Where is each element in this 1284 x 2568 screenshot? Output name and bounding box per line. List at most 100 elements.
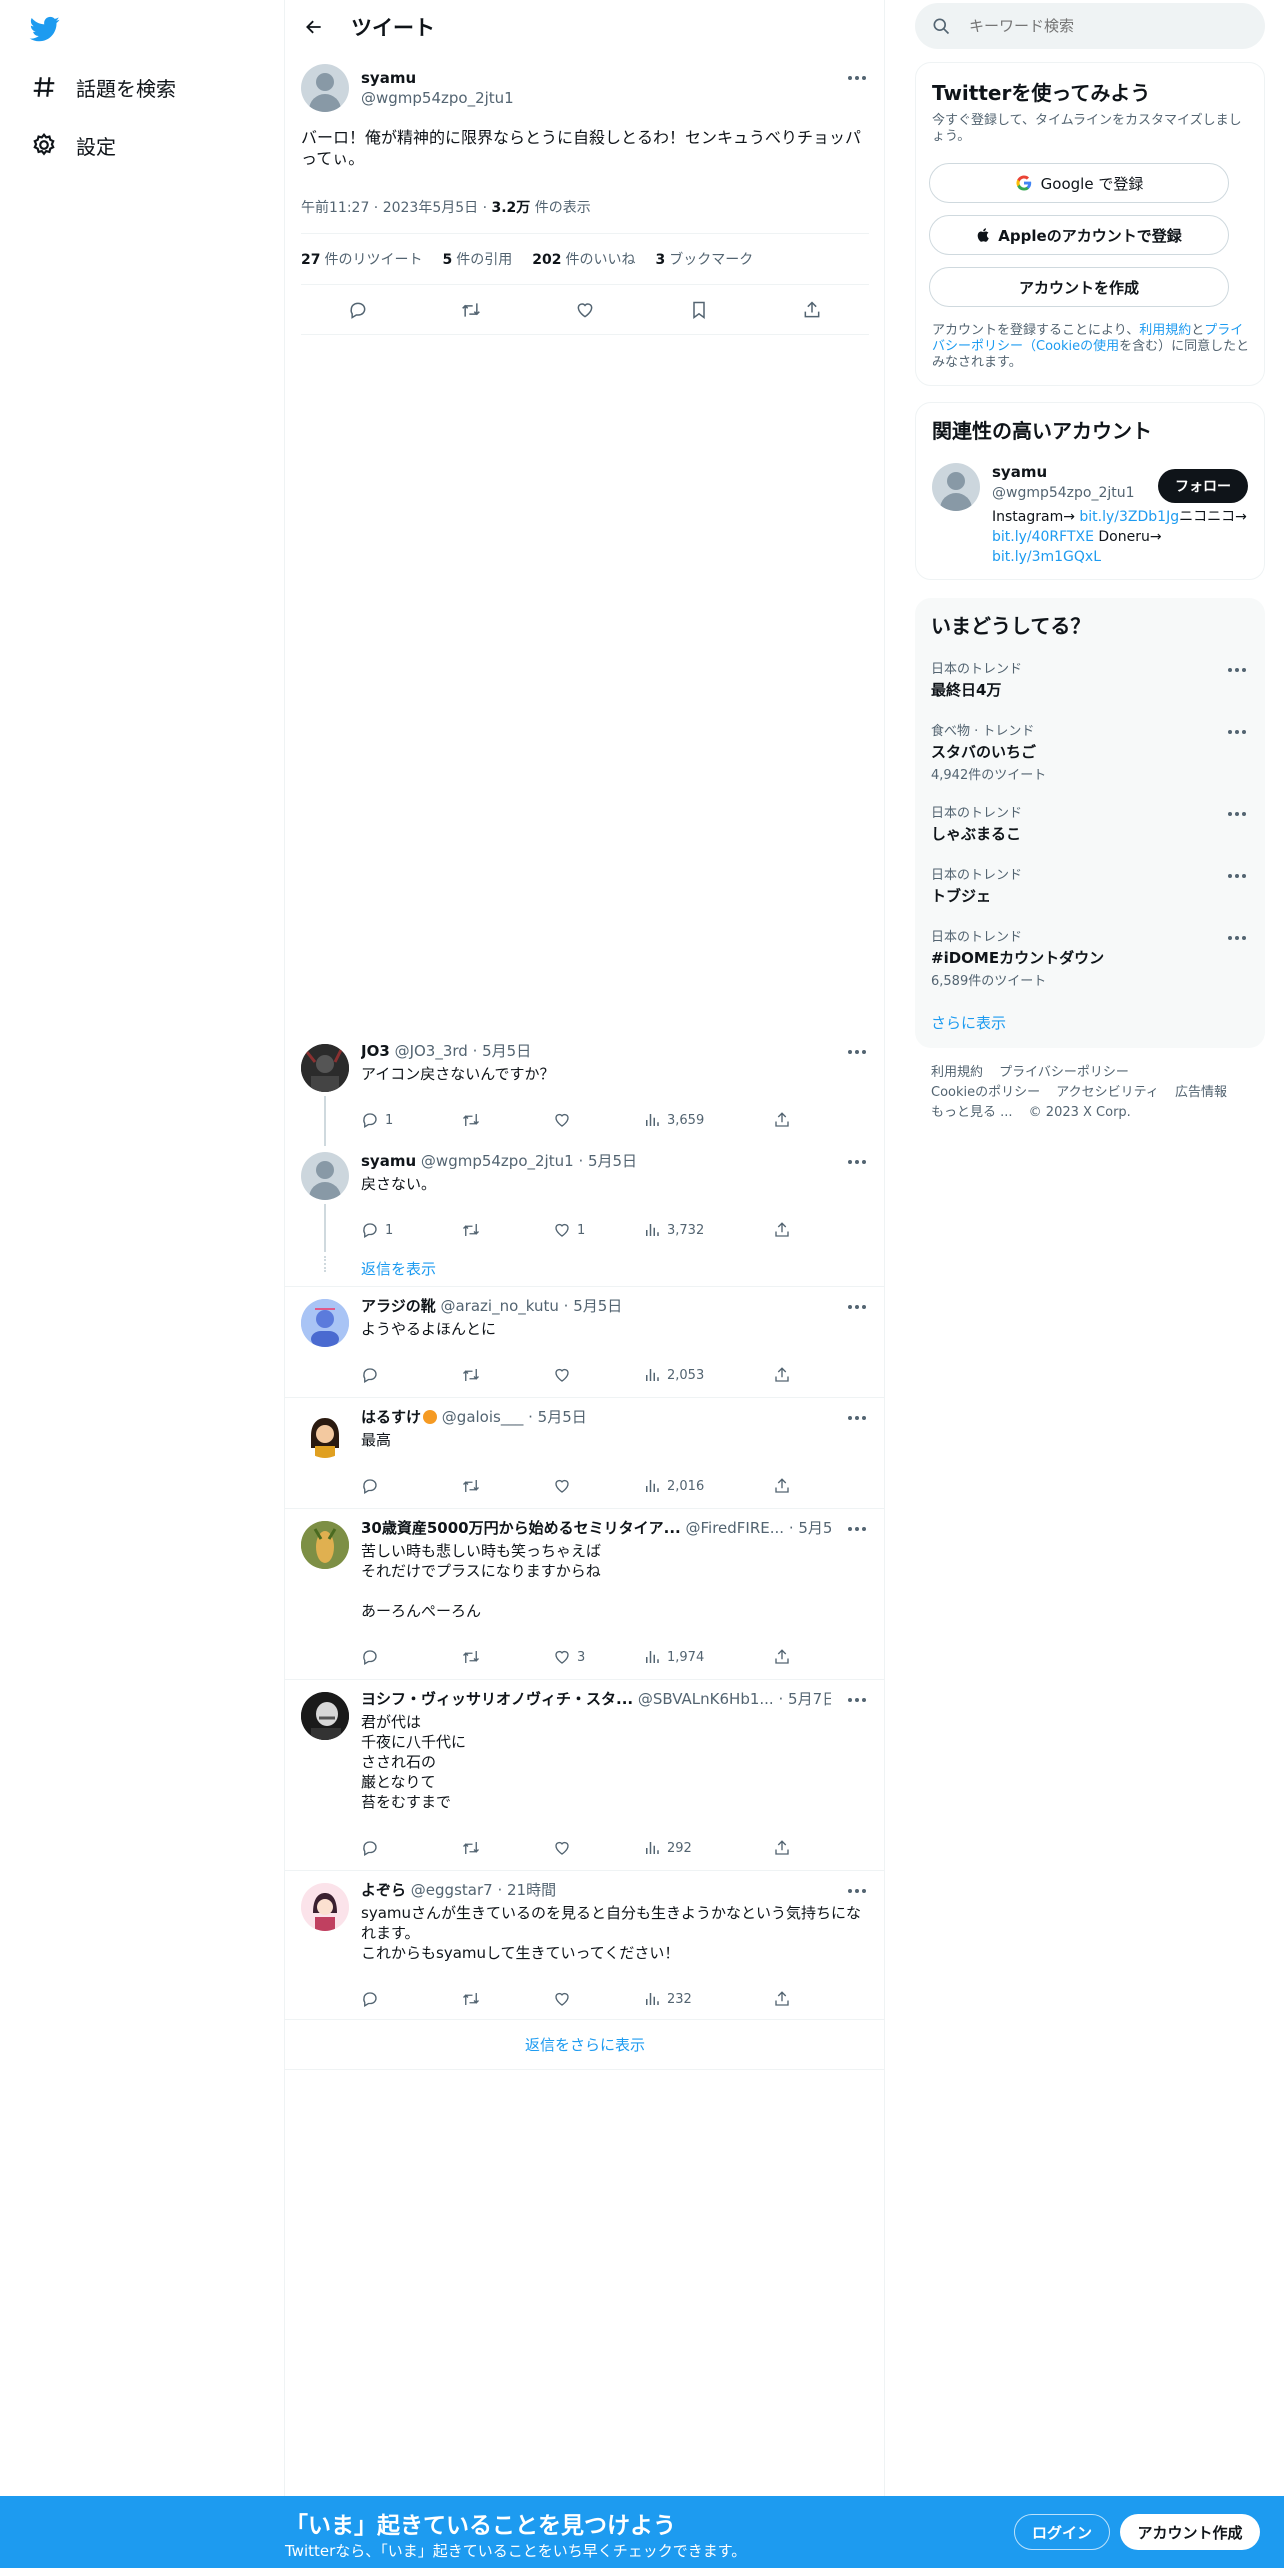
- views-icon[interactable]: 1,974: [643, 1648, 773, 1666]
- nav-explore[interactable]: 話題を検索: [30, 67, 176, 107]
- retweet-icon[interactable]: [461, 1477, 553, 1495]
- reply-tweet[interactable]: アラジの靴 @arazi_no_kutu · 5月5日 ようやるよほんとに 2,…: [285, 1287, 885, 1398]
- share-icon[interactable]: [773, 1839, 791, 1857]
- login-button[interactable]: ログイン: [1014, 2514, 1110, 2550]
- reply-icon[interactable]: [361, 1648, 461, 1666]
- avatar[interactable]: [301, 1152, 349, 1200]
- more-options-icon[interactable]: [845, 1881, 869, 1901]
- footer-link[interactable]: 利用規約: [931, 1065, 983, 1080]
- stat-quotes[interactable]: 5 件の引用: [442, 249, 512, 269]
- retweet-icon[interactable]: [461, 1221, 553, 1239]
- share-icon[interactable]: [773, 1477, 791, 1495]
- avatar[interactable]: [301, 1299, 349, 1347]
- reply-icon[interactable]: 1: [361, 1221, 461, 1239]
- reply-tweet[interactable]: 30歳資産5000万円から始めるセミリタイア... @FiredFIRE... …: [285, 1509, 885, 1680]
- like-icon[interactable]: [553, 1477, 643, 1495]
- back-arrow-icon[interactable]: [297, 10, 331, 44]
- search-box[interactable]: [915, 3, 1265, 49]
- views-icon[interactable]: 3,659: [643, 1111, 773, 1129]
- more-options-icon[interactable]: [1225, 722, 1249, 742]
- views-icon[interactable]: 3,732: [643, 1221, 773, 1239]
- footer-link[interactable]: Cookieのポリシー: [931, 1085, 1040, 1100]
- views-icon[interactable]: 292: [643, 1839, 773, 1857]
- reply-icon[interactable]: [361, 1477, 461, 1495]
- bookmark-icon[interactable]: [682, 293, 716, 327]
- trend-item[interactable]: 日本のトレンド 最終日4万: [931, 658, 1249, 700]
- twitter-logo-icon[interactable]: [28, 14, 62, 44]
- share-icon[interactable]: [795, 293, 829, 327]
- share-icon[interactable]: [773, 1990, 791, 2008]
- footer-link[interactable]: もっと見る ...: [931, 1105, 1013, 1120]
- views-icon[interactable]: 2,016: [643, 1477, 773, 1495]
- reply-tweet[interactable]: syamu @wgmp54zpo_2jtu1 · 5月5日 戻さない。 1 1 …: [285, 1142, 885, 1287]
- like-icon[interactable]: [553, 1990, 643, 2008]
- share-icon[interactable]: [773, 1366, 791, 1384]
- google-signup-button[interactable]: Google で登録: [929, 163, 1229, 203]
- footer-link[interactable]: アクセシビリティ: [1056, 1085, 1159, 1100]
- share-icon[interactable]: [773, 1221, 791, 1239]
- show-replies-link[interactable]: 返信を表示: [361, 1258, 436, 1279]
- like-icon[interactable]: [568, 293, 602, 327]
- views-icon[interactable]: 232: [643, 1990, 773, 2008]
- reply-tweet[interactable]: JO3 @JO3_3rd · 5月5日 アイコン戻さないんですか？ 1 3,65…: [285, 1032, 885, 1142]
- reply-icon[interactable]: [361, 1839, 461, 1857]
- reply-tweet[interactable]: ヨシフ・ヴィッサリオノヴィチ・スタ... @SBVALnK6Hb1... · 5…: [285, 1680, 885, 1871]
- like-icon[interactable]: [553, 1839, 643, 1857]
- retweet-icon[interactable]: [461, 1111, 553, 1129]
- stat-retweets[interactable]: 27 件のリツイート: [301, 249, 422, 269]
- bio-link[interactable]: bit.ly/40RFTXE: [992, 529, 1094, 545]
- search-input[interactable]: [969, 17, 1229, 35]
- stat-likes[interactable]: 202 件のいいね: [532, 249, 635, 269]
- trend-item[interactable]: 食べ物 · トレンド スタバのいちご 4,942件のツイート: [931, 720, 1249, 783]
- retweet-icon[interactable]: [461, 1366, 553, 1384]
- tweet-time[interactable]: 午前11:27 · 2023年5月5日 ·: [301, 200, 492, 216]
- stat-bookmarks[interactable]: 3 ブックマーク: [655, 249, 753, 269]
- footer-link[interactable]: 広告情報: [1175, 1085, 1227, 1100]
- trend-item[interactable]: 日本のトレンド しゃぶまるこ: [931, 802, 1249, 844]
- tweet-author[interactable]: syamu @wgmp54zpo_2jtu1: [361, 69, 514, 107]
- views-icon[interactable]: 2,053: [643, 1366, 773, 1384]
- reply-tweet[interactable]: はるすけ @galois___ · 5月5日 最高 2,016: [285, 1398, 885, 1509]
- more-options-icon[interactable]: [845, 1519, 869, 1539]
- like-icon[interactable]: 3: [553, 1648, 643, 1666]
- more-options-icon[interactable]: [1225, 866, 1249, 886]
- related-user[interactable]: syamu @wgmp54zpo_2jtu1: [992, 463, 1135, 501]
- apple-signup-button[interactable]: Appleのアカウントで登録: [929, 215, 1229, 255]
- avatar[interactable]: [932, 463, 980, 511]
- avatar[interactable]: [301, 1044, 349, 1092]
- show-more-replies-button[interactable]: 返信をさらに表示: [285, 2020, 885, 2070]
- more-options-icon[interactable]: [1225, 660, 1249, 680]
- more-options-icon[interactable]: [845, 1690, 869, 1710]
- more-options-icon[interactable]: [845, 68, 869, 88]
- like-icon[interactable]: 1: [553, 1221, 643, 1239]
- follow-button[interactable]: フォロー: [1158, 469, 1248, 503]
- more-options-icon[interactable]: [1225, 804, 1249, 824]
- reply-tweet[interactable]: よぞら @eggstar7 · 21時間 syamuさんが生きているのを見ると自…: [285, 1871, 885, 2020]
- like-icon[interactable]: [553, 1366, 643, 1384]
- share-icon[interactable]: [773, 1111, 791, 1129]
- nav-settings[interactable]: 設定: [30, 125, 116, 165]
- retweet-icon[interactable]: [461, 1839, 553, 1857]
- reply-icon[interactable]: [361, 1366, 461, 1384]
- avatar[interactable]: [301, 1692, 349, 1740]
- avatar[interactable]: [301, 1521, 349, 1569]
- more-options-icon[interactable]: [1225, 928, 1249, 948]
- like-icon[interactable]: [553, 1111, 643, 1129]
- more-options-icon[interactable]: [845, 1042, 869, 1062]
- trend-item[interactable]: 日本のトレンド トブジェ: [931, 864, 1249, 906]
- retweet-icon[interactable]: [454, 293, 488, 327]
- retweet-icon[interactable]: [461, 1990, 553, 2008]
- avatar[interactable]: [301, 64, 349, 112]
- more-options-icon[interactable]: [845, 1152, 869, 1172]
- avatar[interactable]: [301, 1410, 349, 1458]
- trend-item[interactable]: 日本のトレンド #iDOMEカウントダウン 6,589件のツイート: [931, 926, 1249, 989]
- more-options-icon[interactable]: [845, 1408, 869, 1428]
- bio-link[interactable]: bit.ly/3m1GQxL: [992, 549, 1101, 565]
- bio-link[interactable]: bit.ly/3ZDb1Jg: [1079, 509, 1179, 525]
- share-icon[interactable]: [773, 1648, 791, 1666]
- signup-button[interactable]: アカウント作成: [1120, 2514, 1260, 2550]
- avatar[interactable]: [301, 1883, 349, 1931]
- reply-icon[interactable]: [361, 1990, 461, 2008]
- reply-icon[interactable]: 1: [361, 1111, 461, 1129]
- footer-link[interactable]: プライバシーポリシー: [999, 1065, 1129, 1080]
